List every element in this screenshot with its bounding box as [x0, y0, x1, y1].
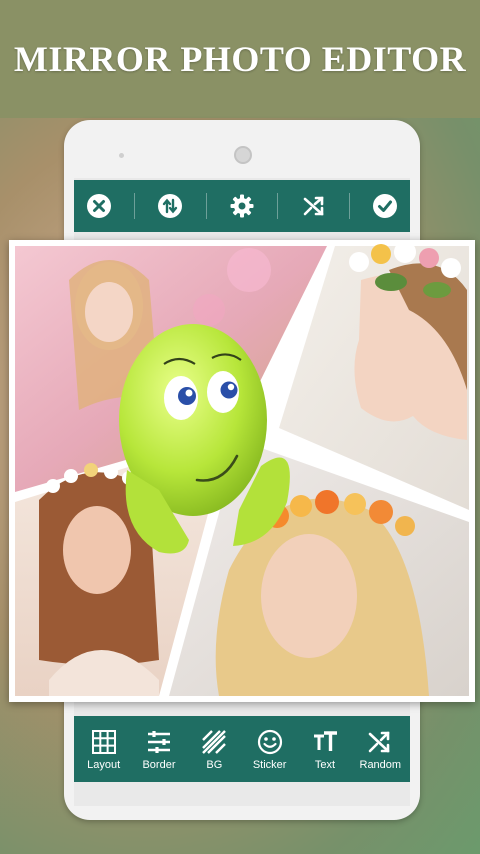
bottom-toolbar: Layout Border BG Sticker Text Random [74, 716, 410, 782]
collage-svg [15, 241, 469, 696]
toolbar-divider [133, 193, 135, 219]
text-label: Text [314, 758, 336, 771]
top-toolbar [74, 180, 410, 232]
phone-camera [234, 146, 252, 164]
stripes-icon [202, 729, 227, 754]
close-circle-icon [86, 194, 111, 218]
settings-button[interactable] [228, 192, 256, 220]
bg-tool[interactable]: BG [187, 728, 242, 771]
border-tool[interactable]: Border [131, 728, 186, 771]
smiley-icon [257, 729, 282, 754]
random-tool[interactable]: Random [353, 728, 408, 771]
toolbar-divider [205, 193, 207, 219]
text-tool[interactable]: Text [297, 728, 352, 771]
sticker-tool[interactable]: Sticker [242, 728, 297, 771]
shuffle-button[interactable] [300, 192, 328, 220]
shuffle-icon [368, 731, 390, 752]
layout-label: Layout [87, 758, 121, 771]
border-label: Border [142, 758, 176, 771]
grid-icon [91, 729, 116, 754]
sliders-icon [147, 730, 170, 753]
gear-icon [230, 194, 254, 218]
shuffle-icon [303, 196, 323, 216]
phone-sensor [119, 153, 124, 158]
text-icon [313, 730, 337, 751]
app-title-banner: MIRROR PHOTO EDITOR [0, 0, 480, 118]
app-title: MIRROR PHOTO EDITOR [13, 39, 467, 79]
swap-icon [158, 194, 183, 218]
bg-label: BG [206, 758, 223, 771]
swap-button[interactable] [156, 192, 184, 220]
sticker-label: Sticker [252, 758, 287, 771]
random-label: Random [359, 758, 402, 771]
done-button[interactable] [371, 192, 399, 220]
toolbar-divider [277, 193, 279, 219]
photo-collage-canvas[interactable] [9, 240, 475, 702]
close-button[interactable] [85, 192, 113, 220]
layout-tool[interactable]: Layout [76, 728, 131, 771]
toolbar-divider [348, 193, 350, 219]
check-circle-icon [373, 194, 398, 218]
